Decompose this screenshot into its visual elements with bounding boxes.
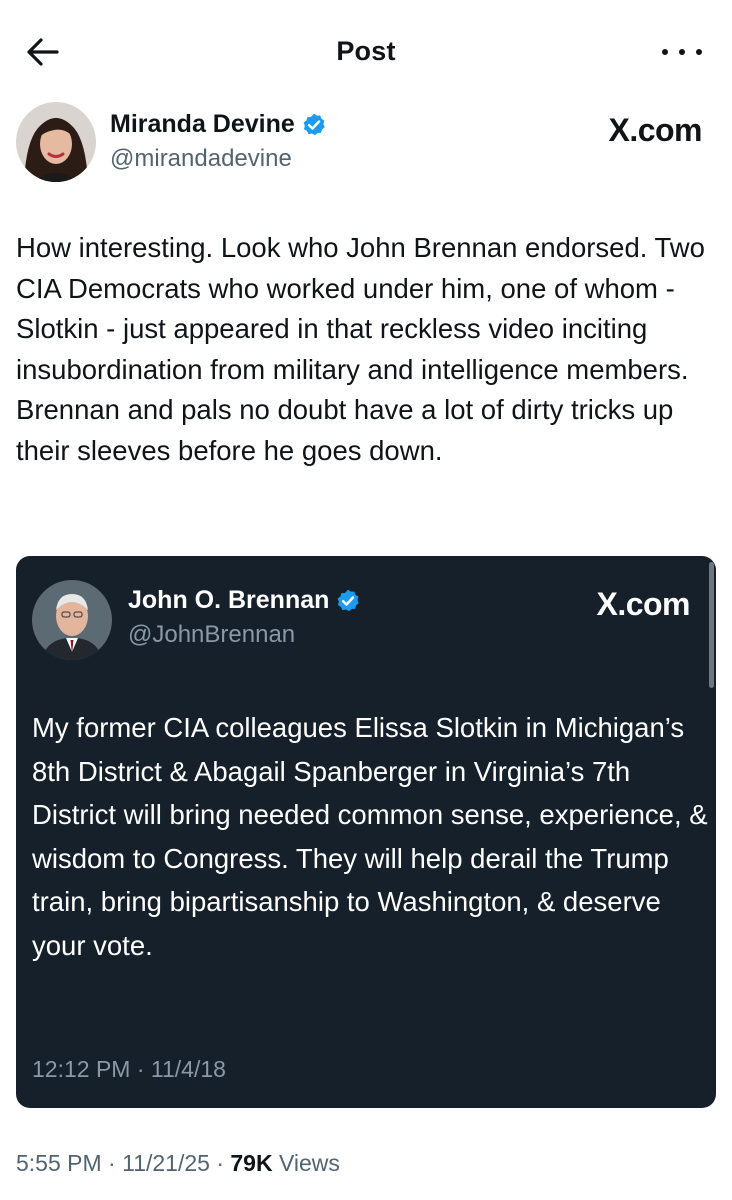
quoted-post-timestamp: 12:12 PM · 11/4/18 — [32, 1056, 226, 1083]
dot-icon — [662, 49, 668, 55]
quoted-author-avatar — [32, 580, 112, 660]
top-bar: Post — [0, 0, 732, 104]
post-text: How interesting. Look who John Brennan e… — [16, 228, 716, 471]
quoted-author-name: John O. Brennan — [128, 586, 330, 614]
quoted-post-card[interactable]: John O. Brennan @JohnBrennan X.com My fo… — [16, 556, 716, 1108]
dot-icon — [696, 49, 702, 55]
post-date[interactable]: 11/21/25 — [122, 1150, 210, 1176]
quoted-scrollbar — [709, 562, 714, 688]
more-options-button[interactable] — [662, 40, 702, 64]
verified-badge-icon — [303, 113, 325, 135]
post-text-paragraph: Brennan and pals no doubt have a lot of … — [16, 394, 674, 466]
separator-dot: · — [108, 1150, 123, 1176]
x-brand-logo: X.com — [596, 586, 690, 622]
x-brand-logo: X.com — [608, 112, 702, 148]
page-title: Post — [336, 36, 396, 66]
author-handle[interactable]: @mirandadevine — [110, 145, 327, 173]
post-text-paragraph: How interesting. Look who John Brennan e… — [16, 232, 705, 385]
quoted-time: 12:12 PM — [32, 1056, 131, 1082]
post-time[interactable]: 5:55 PM — [16, 1150, 102, 1176]
verified-badge-icon — [338, 589, 360, 611]
separator-dot: · — [216, 1150, 231, 1176]
avatar-portrait-icon — [32, 580, 112, 660]
views-count[interactable]: 79K — [230, 1150, 272, 1176]
dot-icon — [679, 49, 685, 55]
author-name[interactable]: Miranda Devine — [110, 110, 295, 139]
author-name-block: Miranda Devine @mirandadevine — [110, 110, 327, 173]
quoted-post-text: My former CIA colleagues Elissa Slotkin … — [32, 712, 708, 961]
post-meta: 5:55 PM · 11/21/25 · 79K Views — [16, 1150, 340, 1177]
author-avatar[interactable] — [16, 102, 96, 182]
quoted-name-block: John O. Brennan @JohnBrennan — [128, 586, 361, 649]
avatar-portrait-icon — [16, 102, 96, 182]
quoted-author-handle: @JohnBrennan — [128, 621, 296, 648]
views-label: Views — [278, 1150, 340, 1176]
quoted-date: 11/4/18 — [150, 1056, 226, 1082]
separator-dot: · — [136, 1056, 151, 1082]
